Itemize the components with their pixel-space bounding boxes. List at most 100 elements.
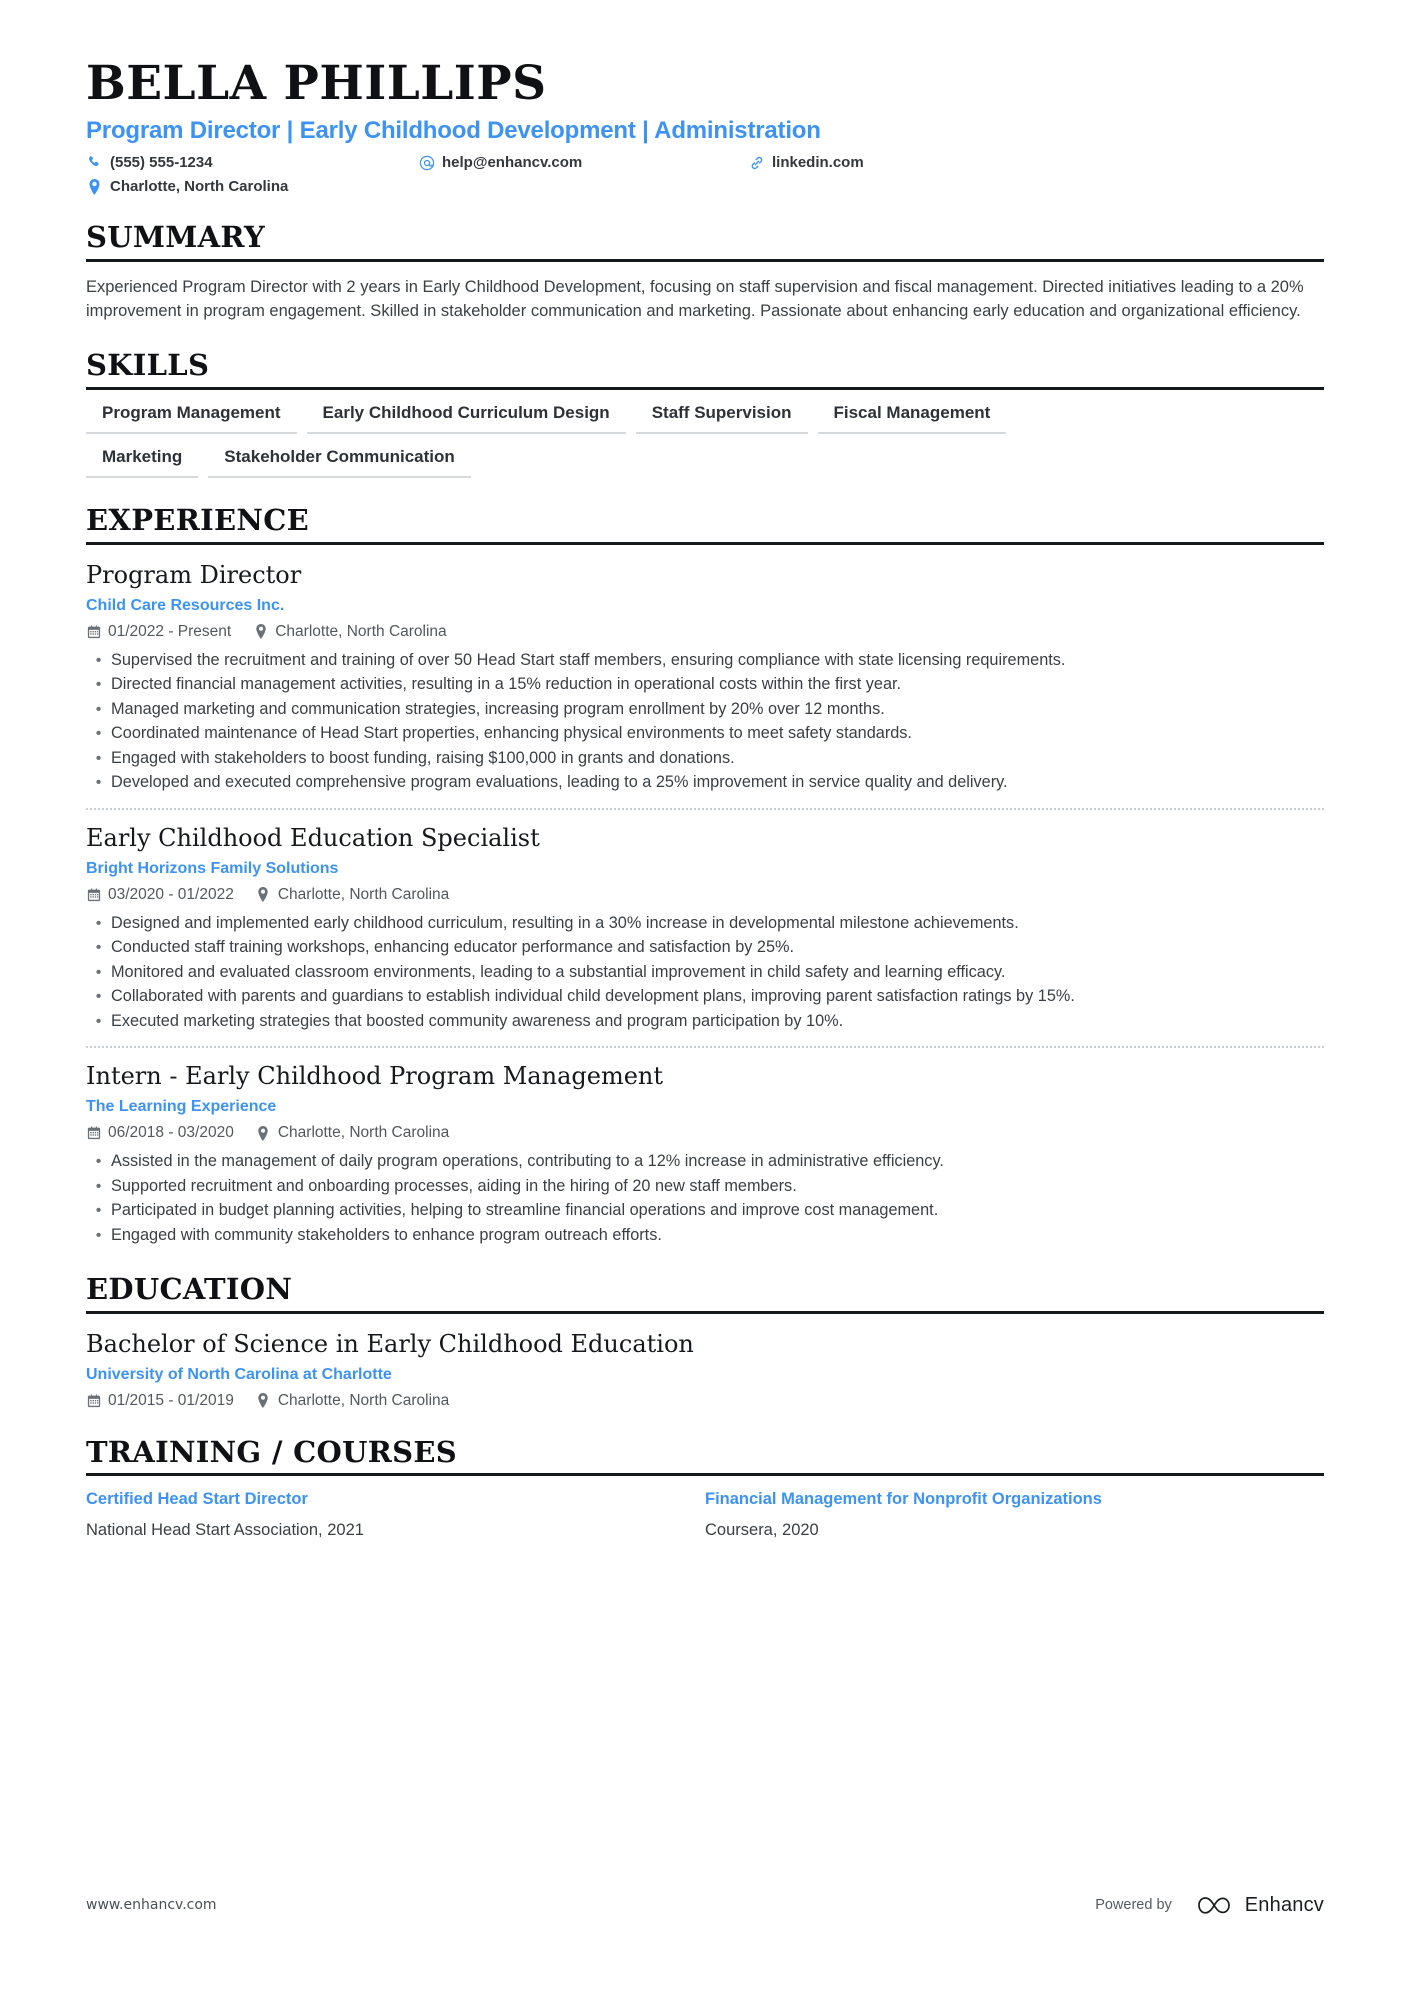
degree-title: Bachelor of Science in Early Childhood E… [86,1329,694,1358]
responsibility-text: Collaborated with parents and guardians … [111,987,1075,1006]
calendar-icon [86,1393,101,1408]
section-rule [86,386,1324,390]
enhancv-logo: Enhancv [1194,1892,1324,1918]
responsibility-text: Conducted staff training workshops, enha… [111,938,795,957]
phone-icon [86,154,103,171]
bullet-dot: • [95,1202,102,1220]
responsibility-item: • Engaged with stakeholders to boost fund… [86,747,1324,770]
section-summary: SUMMARY Experienced Program Director wit… [86,221,1324,323]
bullet-dot: • [95,914,102,932]
section-rule [86,1310,1324,1314]
bullet-dot: • [95,963,102,981]
responsibility-item: • Conducted staff training workshops, enh… [86,936,1324,959]
skill-chip: Fiscal Management [817,403,1007,434]
responsibility-text: Supervised the recruitment and training … [111,650,1066,669]
responsibility-item: • Executed marketing strategies that boos… [86,1010,1324,1033]
calendar-icon [86,887,101,902]
responsibility-text: Coordinated maintenance of Head Start pr… [111,724,912,743]
section-rule [86,541,1324,545]
responsibility-text: Engaged with stakeholders to boost fundi… [111,748,735,767]
entry-divider [86,807,1324,810]
entry-meta: 06/2018 - 03/2020 Charlotte, North Caroli… [86,1124,1324,1142]
company-name[interactable]: Child Care Resources Inc. [86,596,1324,615]
entry-location-value: Charlotte, North Carolina [277,1124,450,1142]
contact-linkedin-value: linkedin.com [772,154,864,172]
calendar-icon [86,1126,101,1141]
courses-list: Certified Head Start Director National He… [86,1489,1324,1541]
section-title-training: TRAINING / COURSES [86,1434,458,1469]
bullet-dot: • [95,700,102,718]
company-name[interactable]: The Learning Experience [86,1097,1324,1116]
course-entry: Financial Management for Nonprofit Organ… [705,1489,1324,1541]
experience-entry: Program Director Child Care Resources Inc… [86,558,1324,795]
responsibility-item: • Supported recruitment and onboarding pr… [86,1175,1324,1198]
bullet-dot: • [95,774,102,792]
course-name[interactable]: Certified Head Start Director [86,1489,665,1510]
responsibility-item: • Directed financial management activitie… [86,673,1324,696]
responsibility-item: • Managed marketing and communication str… [86,698,1324,721]
job-title: Program Director [86,560,302,589]
contact-phone[interactable]: (555) 555-1234 [86,154,418,171]
course-provider: National Head Start Association, 2021 [86,1520,364,1539]
location-icon [256,887,271,903]
bullet-dot: • [95,1177,102,1195]
powered-by-label: Powered by [1095,1897,1172,1913]
education-entry: Bachelor of Science in Early Childhood E… [86,1327,1324,1410]
bullet-dot: • [95,651,102,669]
contact-email-value: help@enhancv.com [442,154,583,172]
responsibility-item: • Collaborated with parents and guardians… [86,985,1324,1008]
footer-url[interactable]: www.enhancv.com [86,1897,217,1913]
location-icon [256,1125,271,1141]
entry-meta: 01/2015 - 01/2019 Charlotte, North Caroli… [86,1392,1324,1410]
entry-dates-value: 03/2020 - 01/2022 [108,885,234,903]
entry-location: Charlotte, North Carolina [256,1124,449,1142]
entry-dates: 03/2020 - 01/2022 [86,886,234,904]
school-name[interactable]: University of North Carolina at Charlott… [86,1365,1324,1384]
entry-location: Charlotte, North Carolina [253,622,447,641]
responsibility-text: Participated in budget planning activiti… [111,1201,939,1220]
section-title-skills: SKILLS [86,348,210,383]
course-name[interactable]: Financial Management for Nonprofit Organ… [705,1489,1284,1510]
responsibility-list: • Assisted in the management of daily pro… [86,1150,1324,1247]
contact-row-secondary: Charlotte, North Carolina [86,178,1324,195]
skill-chip: Stakeholder Communication [208,447,471,479]
responsibility-item: • Coordinated maintenance of Head Start p… [86,722,1324,745]
experience-list: Program Director Child Care Resources Inc… [86,558,1324,1247]
bullet-dot: • [95,988,102,1006]
responsibility-list: • Supervised the recruitment and training… [86,649,1324,795]
entry-dates: 01/2015 - 01/2019 [86,1392,234,1410]
section-title-summary: SUMMARY [86,220,265,255]
responsibility-item: • Designed and implemented early childhoo… [86,912,1324,935]
contact-email[interactable]: help@enhancv.com [418,154,748,171]
contact-location-value: Charlotte, North Carolina [110,178,289,196]
contact-linkedin[interactable]: linkedin.com [748,154,864,171]
responsibility-item: • Assisted in the management of daily pro… [86,1150,1324,1173]
section-training: TRAINING / COURSES Certified Head Start … [86,1434,1324,1541]
link-icon [748,154,765,171]
page-footer: www.enhancv.com Powered by Enhancv [86,1892,1324,1918]
entry-divider [86,1046,1324,1049]
entry-location-value: Charlotte, North Carolina [277,885,450,903]
entry-location: Charlotte, North Carolina [256,1392,449,1410]
candidate-name: BELLA PHILLIPS [86,56,547,111]
skills-list: Program Management Early Childhood Curric… [86,403,1324,479]
entry-location-value: Charlotte, North Carolina [277,1391,450,1409]
skill-row: Program Management Early Childhood Curric… [86,403,1324,434]
section-rule [86,258,1324,262]
bullet-dot: • [95,1012,102,1030]
entry-dates-value: 01/2015 - 01/2019 [108,1391,234,1409]
section-title-education: EDUCATION [86,1272,293,1307]
entry-location-value: Charlotte, North Carolina [275,622,447,640]
responsibility-text: Engaged with community stakeholders to e… [111,1225,662,1244]
summary-text: Experienced Program Director with 2 year… [86,277,1304,320]
section-experience: EXPERIENCE Program Director Child Care Re… [86,504,1324,1247]
responsibility-text: Supported recruitment and onboarding pro… [111,1176,797,1195]
location-icon [86,178,103,195]
resume-header: BELLA PHILLIPS Program Director | Early … [86,56,1324,195]
responsibility-text: Managed marketing and communication stra… [111,699,885,718]
company-name[interactable]: Bright Horizons Family Solutions [86,859,1324,878]
candidate-headline: Program Director | Early Childhood Devel… [86,116,821,144]
education-list: Bachelor of Science in Early Childhood E… [86,1327,1324,1410]
responsibility-text: Assisted in the management of daily prog… [111,1152,944,1171]
section-skills: SKILLS Program Management Early Childhood… [86,348,1324,479]
